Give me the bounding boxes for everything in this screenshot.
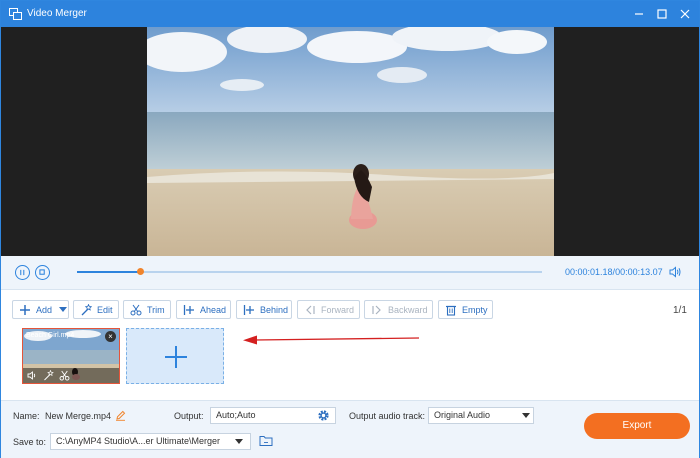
- progress-fill: [77, 271, 141, 273]
- chevron-right-icon: [372, 305, 381, 314]
- video-preview: [1, 27, 699, 256]
- video-merger-window: Video Merger 00:00:01.18/00:00:13.07 Add…: [0, 0, 700, 458]
- magic-wand-icon: [81, 303, 92, 315]
- save-path-select[interactable]: C:\AnyMP4 Studio\A...er Ultimate\Merger: [50, 433, 251, 450]
- current-time: 00:00:01.18: [565, 267, 613, 277]
- output-settings-panel: Name: New Merge.mp4 Output: Auto;Auto Ou…: [1, 400, 699, 458]
- pencil-icon[interactable]: [115, 410, 126, 421]
- clip-toolbar: Add Edit Trim Ahead Behind Forward Backw…: [1, 300, 699, 322]
- ahead-button[interactable]: Ahead: [176, 300, 231, 319]
- gear-icon[interactable]: [317, 409, 330, 422]
- name-label: Name:: [13, 411, 40, 421]
- close-icon[interactable]: ×: [105, 331, 116, 342]
- empty-label: Empty: [462, 304, 488, 315]
- stop-icon[interactable]: [35, 265, 50, 280]
- plus-icon: [20, 304, 30, 315]
- trash-icon: [446, 305, 456, 316]
- volume-icon[interactable]: [668, 265, 682, 279]
- progress-handle[interactable]: [137, 268, 145, 275]
- add-ahead-icon: [183, 304, 194, 315]
- empty-button[interactable]: Empty: [438, 300, 493, 319]
- chevron-down-icon-save[interactable]: [235, 439, 243, 444]
- output-label: Output:: [174, 411, 204, 421]
- save-to-label: Save to:: [13, 437, 47, 447]
- clip-name: Beach Girl.mp4: [26, 332, 75, 339]
- save-path-value: C:\AnyMP4 Studio\A...er Ultimate\Merger: [56, 436, 221, 446]
- edit-button[interactable]: Edit: [73, 300, 119, 319]
- clip-thumbnail[interactable]: Beach Girl.mp4 ×: [22, 328, 120, 384]
- window-title: Video Merger: [27, 8, 87, 19]
- edit-label: Edit: [97, 304, 113, 315]
- output-format-value: Auto;Auto: [216, 410, 256, 420]
- app-icon: [9, 8, 22, 20]
- plus-icon-vertical: [175, 346, 177, 368]
- close-icon[interactable]: [677, 6, 693, 22]
- clip-actions: [23, 368, 119, 383]
- page-indicator: 1/1: [673, 305, 687, 316]
- magic-wand-icon[interactable]: [43, 370, 54, 381]
- trim-label: Trim: [147, 304, 165, 315]
- backward-label: Backward: [388, 304, 428, 315]
- forward-button[interactable]: Forward: [297, 300, 360, 319]
- add-behind-icon: [243, 304, 254, 315]
- chevron-left-icon: [306, 305, 315, 314]
- add-button[interactable]: Add: [12, 300, 69, 319]
- scissors-icon[interactable]: [59, 370, 70, 381]
- export-button[interactable]: Export: [584, 413, 690, 439]
- add-label: Add: [36, 304, 53, 315]
- behind-button[interactable]: Behind: [236, 300, 292, 319]
- player-controls: 00:00:01.18/00:00:13.07: [1, 256, 699, 290]
- title-bar[interactable]: Video Merger: [1, 1, 699, 27]
- forward-label: Forward: [321, 304, 355, 315]
- minimize-icon[interactable]: [631, 6, 647, 22]
- pause-icon[interactable]: [15, 265, 30, 280]
- folder-icon[interactable]: [259, 434, 273, 447]
- timecode: 00:00:01.18/00:00:13.07: [565, 267, 663, 277]
- scissors-icon: [130, 304, 142, 315]
- chevron-down-icon[interactable]: [59, 306, 68, 313]
- progress-slider[interactable]: [77, 268, 542, 275]
- backward-button[interactable]: Backward: [364, 300, 433, 319]
- annotation-arrow: [243, 335, 420, 345]
- maximize-icon[interactable]: [654, 6, 670, 22]
- output-name: New Merge.mp4: [45, 411, 112, 421]
- behind-label: Behind: [260, 304, 289, 315]
- audio-track-value: Original Audio: [434, 410, 491, 420]
- trim-button[interactable]: Trim: [123, 300, 171, 319]
- volume-icon[interactable]: [27, 370, 38, 381]
- video-frame: [147, 27, 554, 256]
- audio-track-label: Output audio track:: [349, 411, 426, 421]
- audio-track-select[interactable]: Original Audio: [428, 407, 534, 424]
- ahead-label: Ahead: [200, 304, 227, 315]
- add-file-slot[interactable]: [126, 328, 224, 384]
- chevron-down-icon[interactable]: [522, 413, 530, 418]
- total-time: 00:00:13.07: [615, 267, 663, 277]
